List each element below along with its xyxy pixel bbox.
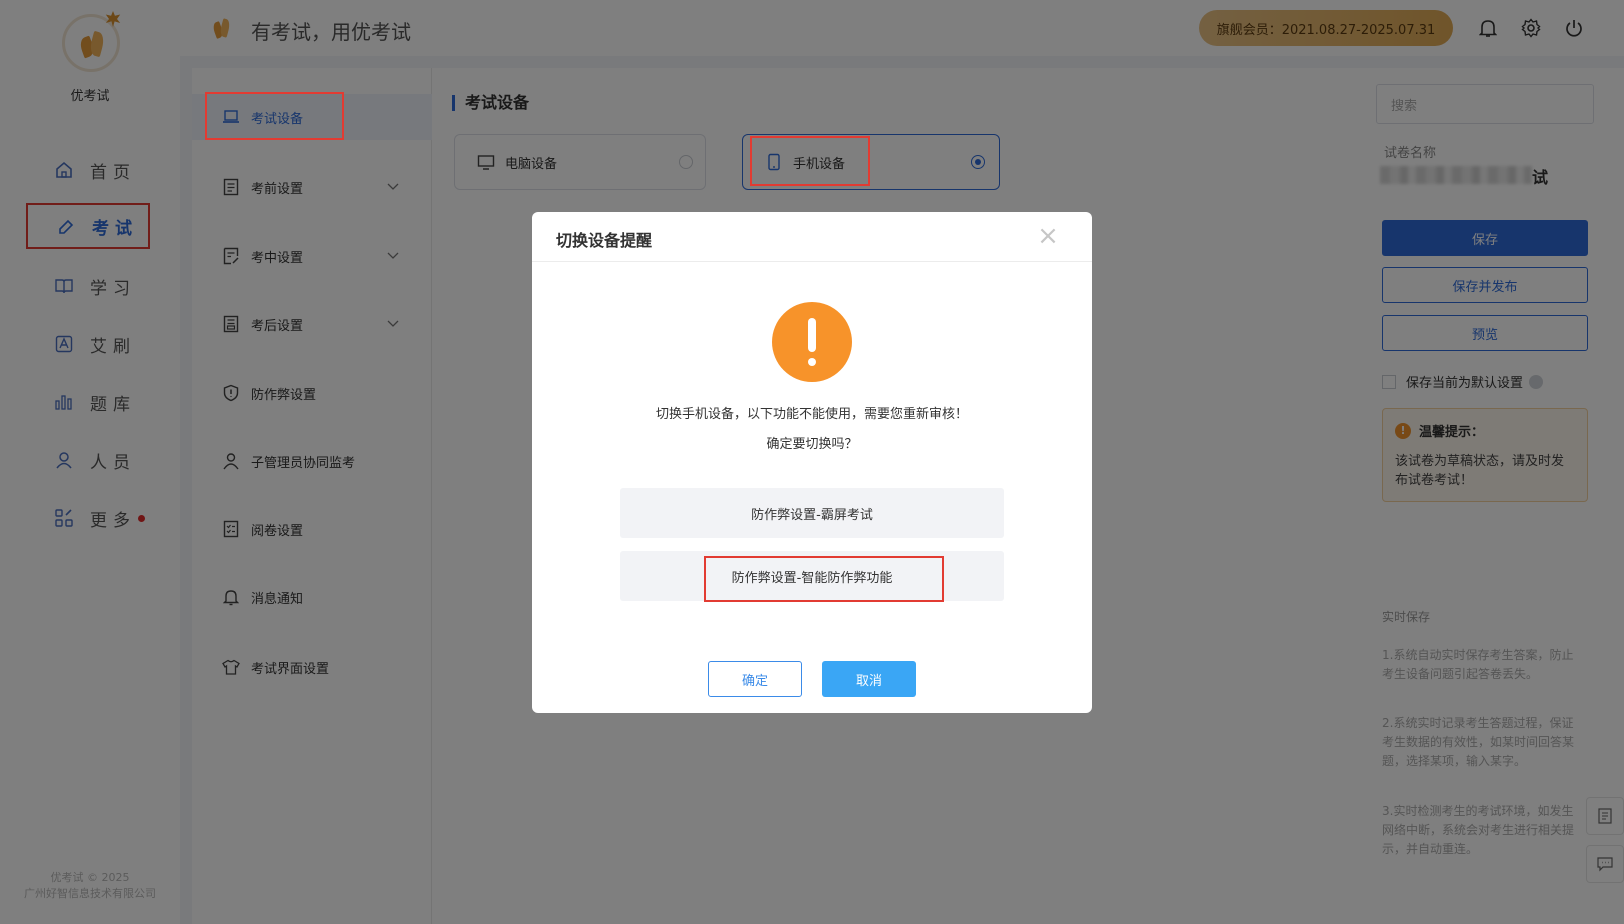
dialog-title: 切换设备提醒 xyxy=(556,231,653,250)
switch-device-dialog: 切换设备提醒 × 切换手机设备，以下功能不能使用，需要您重新审核！ 确定要切换吗… xyxy=(532,212,1092,713)
dialog-question: 确定要切换吗？ xyxy=(766,437,858,452)
dialog-message: 切换手机设备，以下功能不能使用，需要您重新审核！ xyxy=(655,407,968,422)
confirm-button[interactable]: 确定 xyxy=(708,661,802,697)
highlight-exam-device xyxy=(205,92,344,140)
highlight-mobile-device xyxy=(750,136,870,186)
affected-feature-item: 防作弊设置-霸屏考试 xyxy=(620,488,1004,538)
close-icon[interactable]: × xyxy=(1037,223,1059,249)
highlight-smart-anticheat xyxy=(704,556,944,602)
cancel-button[interactable]: 取消 xyxy=(822,661,916,697)
warning-icon xyxy=(772,302,852,382)
dialog-header: 切换设备提醒 × xyxy=(532,212,1092,262)
